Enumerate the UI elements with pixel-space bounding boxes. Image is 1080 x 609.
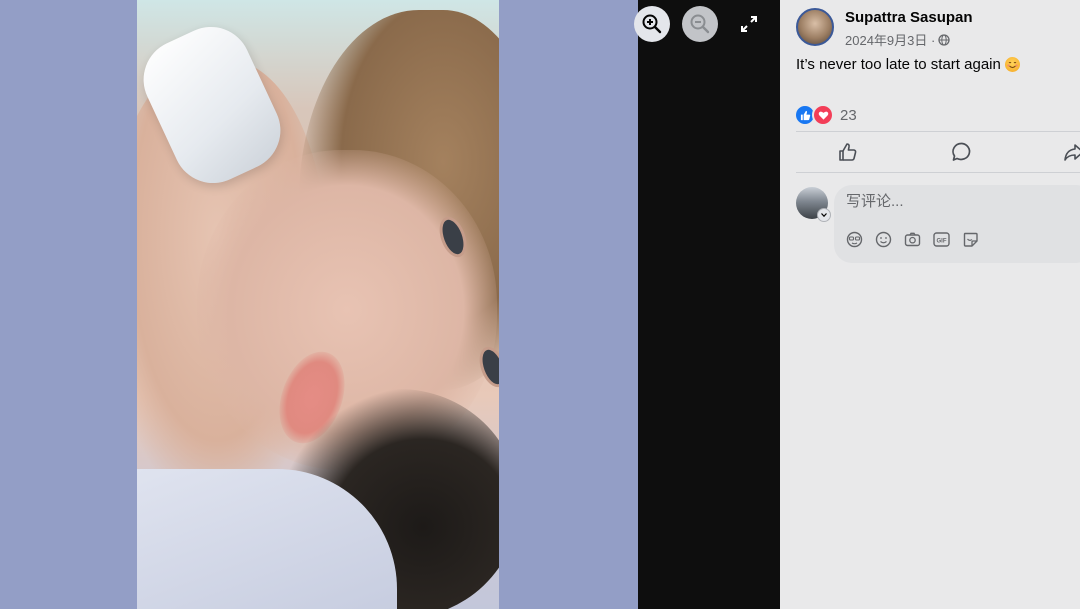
profile-switch-chevron[interactable] xyxy=(817,208,831,222)
zoom-in-icon xyxy=(642,14,662,34)
post-text: It’s never too late to start again xyxy=(796,56,1001,73)
author-name[interactable]: Supattra Sasupan xyxy=(845,9,973,26)
zoom-out-icon xyxy=(690,14,710,34)
sticker-button[interactable] xyxy=(962,231,979,248)
comment-icon xyxy=(952,142,971,161)
sticker-icon xyxy=(963,232,978,247)
avatar-sticker-button[interactable] xyxy=(846,231,863,248)
post-photo[interactable] xyxy=(137,0,499,609)
zoom-out-button[interactable] xyxy=(682,6,718,42)
chevron-down-icon xyxy=(821,213,827,218)
post-timestamp: 2024年9月3日 · xyxy=(845,30,950,49)
author-avatar[interactable] xyxy=(796,8,834,46)
post-date[interactable]: 2024年9月3日 · xyxy=(845,30,935,49)
comment-tools: GIF xyxy=(846,231,979,248)
svg-text:GIF: GIF xyxy=(937,239,947,245)
post-details-panel: Supattra Sasupan 2024年9月3日 · It’s never … xyxy=(780,0,1080,609)
avatar-sticker-icon xyxy=(846,231,863,248)
like-button[interactable] xyxy=(836,140,860,164)
photo-upload-button[interactable] xyxy=(904,231,921,248)
gif-icon: GIF xyxy=(933,232,950,247)
comment-composer: GIF xyxy=(834,185,1080,263)
fullscreen-button[interactable] xyxy=(731,6,767,42)
actions-bottom-divider xyxy=(796,172,1080,173)
comment-input[interactable] xyxy=(846,193,1076,210)
gif-button[interactable]: GIF xyxy=(933,231,950,248)
love-reaction-icon xyxy=(812,104,834,126)
comment-button[interactable] xyxy=(950,140,974,164)
like-icon xyxy=(839,143,857,161)
smiling-face-emoji xyxy=(1004,57,1020,72)
reactions-summary[interactable]: 23 xyxy=(794,104,857,126)
zoom-in-button[interactable] xyxy=(634,6,670,42)
share-icon xyxy=(1064,144,1080,161)
globe-icon xyxy=(938,33,950,46)
share-button[interactable] xyxy=(1062,140,1080,164)
actions-top-divider xyxy=(796,131,1080,132)
post-message: It’s never too late to start again xyxy=(796,56,1020,73)
camera-icon xyxy=(904,232,921,247)
emoji-icon xyxy=(875,231,892,248)
expand-icon xyxy=(741,16,757,32)
reaction-count[interactable]: 23 xyxy=(840,107,857,124)
emoji-button[interactable] xyxy=(875,231,892,248)
photo-viewer xyxy=(0,0,780,609)
